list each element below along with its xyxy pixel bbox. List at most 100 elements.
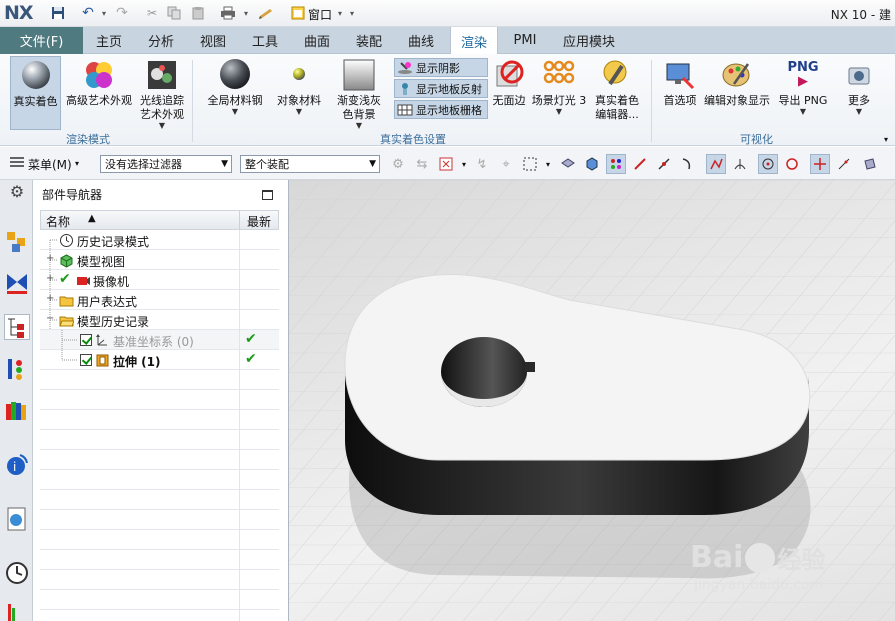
copy-icon[interactable] — [166, 5, 182, 21]
hd3d-tools-icon[interactable] — [4, 398, 30, 424]
export-png-dropdown-icon[interactable]: ▼ — [800, 108, 806, 116]
point-on-face-icon[interactable] — [860, 154, 880, 174]
select-solid-icon[interactable] — [582, 154, 602, 174]
true-shading-editor-button[interactable]: 真实着色 编辑器... — [590, 56, 644, 122]
assembly-navigator-icon[interactable] — [4, 228, 30, 254]
show-floor-grid-toggle[interactable]: 显示地板栅格 — [394, 100, 488, 119]
scene-light-dropdown-icon[interactable]: ▼ — [556, 108, 562, 116]
select-body-icon[interactable]: ⌖ — [496, 154, 516, 174]
gradient-dropdown-icon[interactable]: ▼ — [356, 122, 362, 130]
tab-pmi[interactable]: PMI — [502, 27, 548, 54]
window-menu-label[interactable]: 窗口 — [308, 6, 332, 23]
advanced-art-appearance-button[interactable]: 高级艺术外观 — [64, 56, 134, 108]
tab-curve[interactable]: 曲线 — [398, 27, 444, 54]
show-shadow-toggle[interactable]: 显示阴影 — [394, 58, 488, 77]
tab-tools[interactable]: 工具 — [242, 27, 288, 54]
raytrace-art-appearance-button[interactable]: 光线追踪 艺术外观 ▼ — [136, 56, 188, 130]
gradient-gray-background-button[interactable]: 渐变浅灰 色背景 ▼ — [332, 56, 386, 130]
existing-point-icon[interactable] — [810, 154, 830, 174]
rectangle-select-icon[interactable] — [520, 154, 540, 174]
mid-point-icon[interactable] — [654, 154, 674, 174]
settings-gear-icon[interactable]: ⚙ — [4, 182, 30, 208]
column-latest-header[interactable]: 最新 — [247, 213, 271, 230]
object-material-dropdown-icon[interactable]: ▼ — [296, 108, 302, 116]
history-palette-icon[interactable] — [4, 506, 30, 532]
column-name-header[interactable]: 名称 — [46, 213, 70, 230]
tab-surface[interactable]: 曲面 — [294, 27, 340, 54]
tab-render[interactable]: 渲染 — [450, 27, 498, 55]
printer-icon[interactable] — [220, 5, 236, 21]
expand-icon[interactable]: + — [46, 253, 54, 264]
arc-center-icon[interactable] — [758, 154, 778, 174]
tab-file[interactable]: 文件(F) — [0, 27, 83, 54]
more-dropdown-icon[interactable]: ▼ — [856, 108, 862, 116]
reuse-library-icon[interactable] — [4, 356, 30, 382]
repeat-command-icon[interactable] — [258, 5, 274, 21]
tab-home[interactable]: 主页 — [86, 27, 132, 54]
object-material-button[interactable]: 对象材料 ▼ — [272, 56, 326, 116]
column-divider[interactable] — [239, 211, 240, 230]
tab-assembly[interactable]: 装配 — [346, 27, 392, 54]
history-clock-icon[interactable] — [4, 560, 30, 586]
select-face-icon[interactable] — [558, 154, 578, 174]
constraint-navigator-icon[interactable] — [4, 270, 30, 296]
global-material-dropdown-icon[interactable]: ▼ — [232, 108, 238, 116]
empty-row — [40, 510, 279, 530]
baidu-watermark: Bai 经验 jingyan.baidu.com — [690, 540, 890, 610]
control-point-icon[interactable] — [706, 154, 726, 174]
raytrace-dropdown-icon[interactable]: ▼ — [159, 122, 165, 130]
ribbon-options-icon[interactable]: ▾ — [884, 135, 888, 144]
nx-logo: NX — [4, 2, 34, 24]
global-material-steel-button[interactable]: 全局材料钢 ▼ — [205, 56, 265, 116]
assembly-scope-value: 整个装配 — [245, 158, 289, 171]
scene-light-button[interactable]: 场景灯光 3 ▼ — [530, 56, 588, 116]
undo-dropdown-icon[interactable]: ▾ — [96, 5, 112, 21]
curve-point-icon[interactable] — [678, 154, 698, 174]
maximize-icon[interactable] — [262, 190, 273, 200]
assembly-scope-select[interactable]: 整个装配 ▼ — [240, 155, 380, 173]
expand-icon[interactable]: + — [46, 293, 54, 304]
snap-assembly-icon[interactable]: ⇆ — [412, 154, 432, 174]
point-on-curve-icon[interactable] — [834, 154, 854, 174]
paste-icon[interactable] — [190, 5, 206, 21]
window-icon[interactable] — [290, 5, 306, 21]
print-dropdown-icon[interactable]: ▾ — [238, 5, 254, 21]
sort-ascending-icon[interactable]: ▲ — [88, 213, 96, 224]
quadrant-point-icon[interactable] — [782, 154, 802, 174]
feature-checkbox[interactable] — [80, 334, 92, 346]
edit-object-display-button[interactable]: 编辑对象显示 — [703, 56, 771, 108]
snap-point-icon[interactable] — [606, 154, 626, 174]
redo-icon[interactable]: ↷ — [114, 5, 130, 21]
feature-checkbox[interactable] — [80, 354, 92, 366]
snap-component-icon[interactable]: ⚙ — [388, 154, 408, 174]
selection-filter-select[interactable]: 没有选择过滤器 ▼ — [100, 155, 232, 173]
true-shading-button[interactable]: 真实着色 — [10, 56, 61, 130]
rectangle-select-dropdown-icon[interactable]: ▾ — [538, 154, 558, 174]
select-feature-icon[interactable]: ↯ — [472, 154, 492, 174]
end-point-icon[interactable] — [630, 154, 650, 174]
select-type-dropdown-icon[interactable]: ▾ — [454, 154, 474, 174]
more-button[interactable]: 更多 ▼ — [840, 56, 878, 116]
menu-button[interactable]: 菜单(M) — [28, 156, 72, 173]
show-floor-reflection-toggle[interactable]: 显示地板反射 — [394, 79, 488, 98]
save-icon[interactable] — [50, 5, 66, 21]
tab-view[interactable]: 视图 — [190, 27, 236, 54]
menu-dropdown-icon[interactable]: ▾ — [75, 159, 79, 168]
export-png-button[interactable]: PNG ▶ 导出 PNG ▼ — [776, 56, 830, 116]
undo-icon[interactable]: ↶ — [80, 5, 96, 21]
intersection-point-icon[interactable] — [730, 154, 750, 174]
part-navigator-icon[interactable] — [4, 314, 30, 340]
tab-analysis[interactable]: 分析 — [138, 27, 184, 54]
customize-quick-access-icon[interactable]: ▾ — [344, 5, 360, 21]
select-type-icon[interactable] — [436, 154, 456, 174]
tab-application[interactable]: 应用模块 — [556, 27, 622, 54]
web-browser-icon[interactable]: i — [4, 452, 30, 478]
edit-object-display-label: 编辑对象显示 — [704, 94, 770, 107]
cut-icon[interactable]: ✂ — [144, 5, 160, 21]
scene-light-label: 场景灯光 3 — [531, 94, 587, 107]
no-face-edges-button[interactable]: 无面边 — [490, 56, 528, 108]
collapse-icon[interactable]: − — [46, 313, 54, 324]
system-materials-icon[interactable] — [4, 600, 30, 621]
expand-icon[interactable]: + — [46, 273, 54, 284]
preferences-button[interactable]: 首选项 — [658, 56, 702, 108]
